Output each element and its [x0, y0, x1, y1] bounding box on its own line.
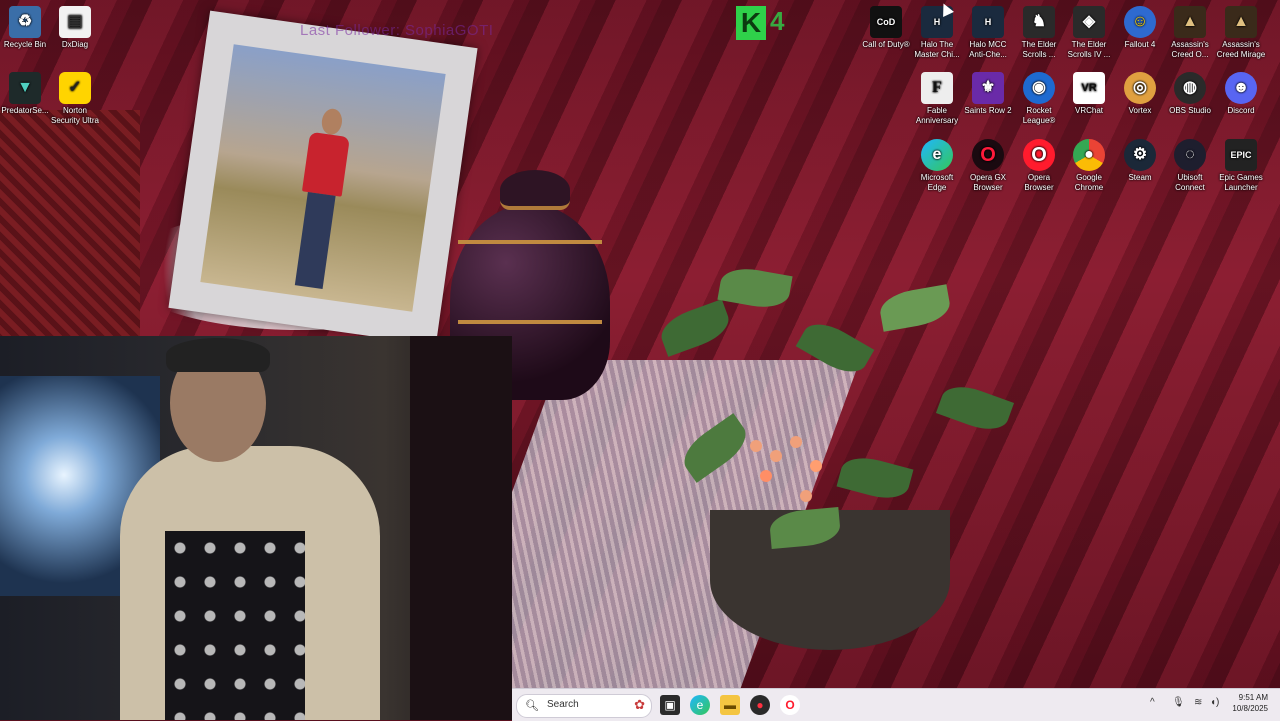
- wallpaper-carpet: [0, 110, 140, 350]
- steam-icon: ⚙: [1124, 139, 1156, 171]
- desktop-icon-discord[interactable]: ☻ Discord: [1216, 72, 1266, 116]
- search-placeholder: Search: [547, 699, 579, 710]
- oblivion-icon: ◈: [1073, 6, 1105, 38]
- desktop-icon-chrome[interactable]: ● Google Chrome: [1064, 139, 1114, 193]
- taskbar-clock[interactable]: 9:51 AM 10/8/2025: [1232, 692, 1268, 714]
- desktop-icon-recycle-bin[interactable]: ♻ Recycle Bin: [0, 6, 50, 50]
- recycle-bin-icon: ♻: [9, 6, 41, 38]
- desktop-icon-elder-scrolls[interactable]: ♞ The Elder Scrolls ...: [1014, 6, 1064, 60]
- desktop-icon-dxdiag[interactable]: ▤ DxDiag: [50, 6, 100, 50]
- wallpaper-plant: [640, 210, 1060, 650]
- rocket-league-icon: ◉: [1023, 72, 1055, 104]
- task-view-icon[interactable]: ▣: [660, 695, 680, 715]
- desktop-icon-opera[interactable]: O Opera Browser: [1014, 139, 1064, 193]
- fleur-de-lis-icon: ⚜: [972, 72, 1004, 104]
- microphone-icon[interactable]: 🎙︎: [1172, 697, 1185, 708]
- desktop-icon-halo-mcc[interactable]: H Halo MCC Anti-Che...: [963, 6, 1013, 60]
- desktop-icon-edge[interactable]: e Microsoft Edge: [912, 139, 962, 193]
- opera-icon: O: [1023, 139, 1055, 171]
- stream-logo-number: 4: [770, 6, 785, 36]
- k-logo-icon: K: [736, 6, 766, 40]
- assassins-creed-icon: ▲: [1174, 6, 1206, 38]
- wifi-icon[interactable]: ≋: [1194, 697, 1202, 708]
- chrome-icon: ●: [1073, 139, 1105, 171]
- document-icon: ▤: [59, 6, 91, 38]
- wallpaper-photo-person: [289, 106, 354, 290]
- webcam-person-cap: [166, 338, 270, 372]
- webcam-background-door: [410, 336, 512, 720]
- volume-icon[interactable]: ◖): [1210, 697, 1219, 708]
- predator-icon: ▼: [9, 72, 41, 104]
- clock-date: 10/8/2025: [1232, 704, 1268, 713]
- desktop-icon-rocket-league[interactable]: ◉ Rocket League®: [1014, 72, 1064, 126]
- stream-follower-text: Last Follower: SophiaGOTI: [300, 22, 494, 39]
- desktop-icon-fallout4[interactable]: ☺ Fallout 4: [1115, 6, 1165, 50]
- desktop-icon-ubisoft[interactable]: ◌ Ubisoft Connect: [1165, 139, 1215, 193]
- ubisoft-icon: ◌: [1174, 139, 1206, 171]
- taskbar-edge-icon[interactable]: e: [690, 695, 710, 715]
- desktop-icon-elder-scrolls-iv[interactable]: ◈ The Elder Scrolls IV ...: [1064, 6, 1114, 60]
- desktop-icon-ac-mirage[interactable]: ▲ Assassin's Creed Mirage: [1216, 6, 1266, 60]
- dragon-icon: ♞: [1023, 6, 1055, 38]
- desktop-icon-ac-o[interactable]: ▲ Assassin's Creed O...: [1165, 6, 1215, 60]
- desktop-icon-vrchat[interactable]: VR VRChat: [1064, 72, 1114, 116]
- desktop-icon-cod[interactable]: CoD Call of Duty®: [861, 6, 911, 50]
- wallpaper-framed-photo: [200, 44, 446, 312]
- taskbar: 🔍︎ Search ✿ ▣ e ▬ ● O ^ 🎙︎ ≋ ◖) 9:51 AM …: [512, 688, 1280, 721]
- webcam-person-apron: [165, 531, 305, 720]
- opera-gx-icon: O: [972, 139, 1004, 171]
- epic-games-icon: EPIC: [1225, 139, 1257, 171]
- norton-icon: ✓: [59, 72, 91, 104]
- desktop-icon-obs[interactable]: ◍ OBS Studio: [1165, 72, 1215, 116]
- stream-logo: K 4: [736, 6, 794, 40]
- fable-icon: F: [921, 72, 953, 104]
- wallpaper-picture-frame: [168, 10, 478, 346]
- taskbar-search-box[interactable]: 🔍︎ Search ✿: [516, 694, 652, 718]
- assassins-creed-mirage-icon: ▲: [1225, 6, 1257, 38]
- clock-time: 9:51 AM: [1238, 693, 1268, 702]
- vortex-icon: ◎: [1124, 72, 1156, 104]
- call-of-duty-icon: CoD: [870, 6, 902, 38]
- halo-mcc-icon: H: [972, 6, 1004, 38]
- search-icon: 🔍︎: [525, 700, 539, 712]
- desktop-icon-norton[interactable]: ✓ Norton Security Ultra: [50, 72, 100, 126]
- webcam-overlay: [0, 336, 512, 720]
- vrchat-icon: VR: [1073, 72, 1105, 104]
- discord-icon: ☻: [1225, 72, 1257, 104]
- file-explorer-icon[interactable]: ▬: [720, 695, 740, 715]
- tray-overflow-chevron-icon[interactable]: ^: [1150, 697, 1155, 708]
- fallout-icon: ☺: [1124, 6, 1156, 38]
- desktop-icon-halo-mc[interactable]: H Halo The Master Chi...: [912, 6, 962, 60]
- desktop-icon-steam[interactable]: ⚙ Steam: [1115, 139, 1165, 183]
- desktop-icon-epic[interactable]: EPIC Epic Games Launcher: [1216, 139, 1266, 193]
- desktop-icon-saints-row[interactable]: ⚜ Saints Row 2: [963, 72, 1013, 116]
- desktop-icon-fable[interactable]: F Fable Anniversary: [912, 72, 962, 126]
- taskbar-opera-icon[interactable]: O: [780, 695, 800, 715]
- desktop-icon-predator[interactable]: ▼ PredatorSe...: [0, 72, 50, 116]
- taskbar-app-icon[interactable]: ●: [750, 695, 770, 715]
- desktop-icon-opera-gx[interactable]: O Opera GX Browser: [963, 139, 1013, 193]
- search-highlight-icon: ✿: [634, 697, 645, 712]
- obs-icon: ◍: [1174, 72, 1206, 104]
- edge-icon: e: [921, 139, 953, 171]
- desktop-icon-vortex[interactable]: ◎ Vortex: [1115, 72, 1165, 116]
